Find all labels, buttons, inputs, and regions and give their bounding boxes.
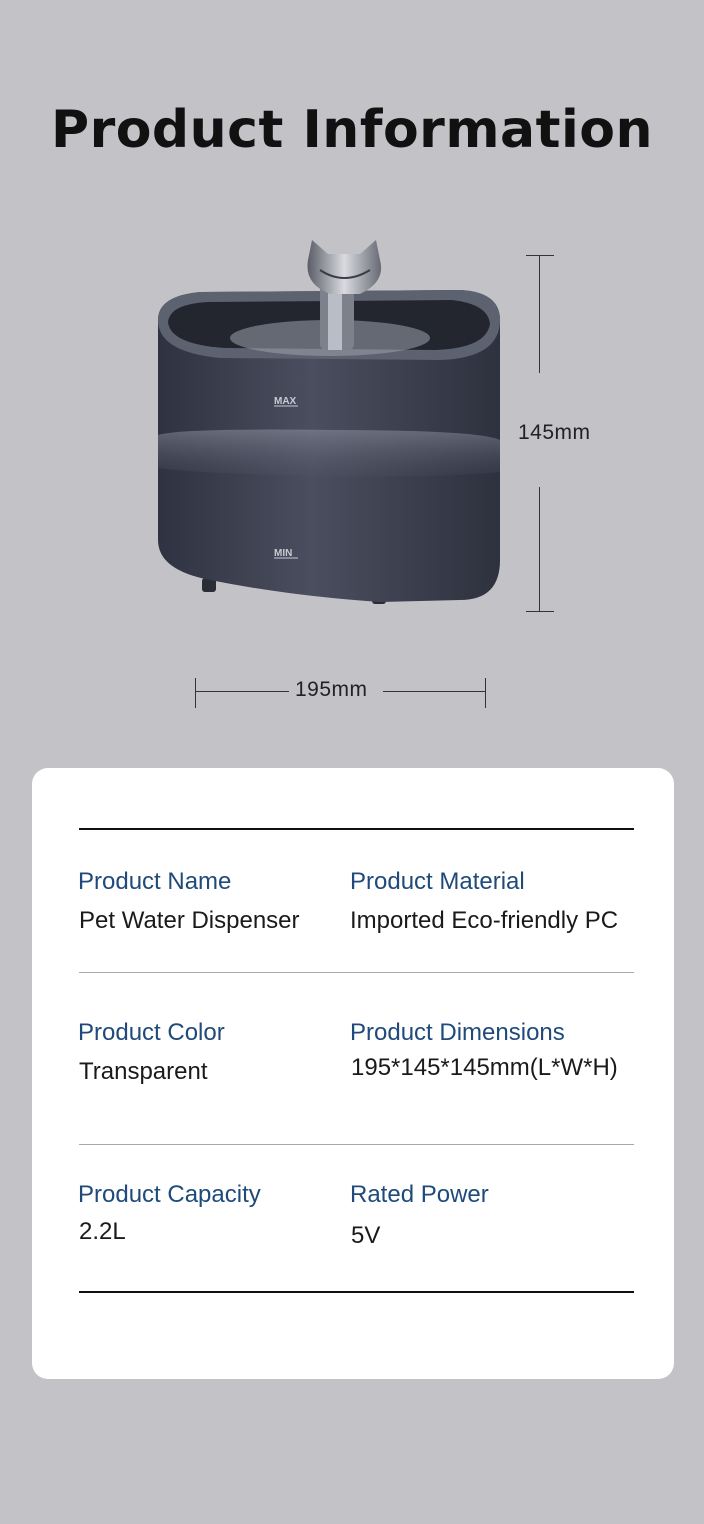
spec-card: Product Name Pet Water Dispenser Product…: [32, 768, 674, 1379]
spec-value-product-material: Imported Eco-friendly PC: [350, 907, 619, 934]
spec-value-product-name: Pet Water Dispenser: [79, 907, 300, 934]
max-label: MAX: [274, 396, 297, 407]
spec-label-product-material: Product Material: [350, 868, 525, 895]
spec-value-rated-power: 5V: [351, 1222, 381, 1249]
min-label: MIN: [274, 548, 292, 559]
product-area: MAX MIN 145mm 195mm: [0, 0, 704, 760]
divider: [79, 1144, 634, 1145]
spec-value-product-capacity: 2.2L: [79, 1218, 126, 1245]
spec-label-product-dimensions: Product Dimensions: [350, 1019, 565, 1046]
height-label: 145mm: [518, 421, 591, 444]
width-label: 195mm: [295, 678, 368, 701]
water-fountain-image: MAX MIN: [158, 240, 500, 604]
divider: [79, 972, 634, 973]
spec-label-product-capacity: Product Capacity: [78, 1181, 261, 1208]
spec-label-rated-power: Rated Power: [350, 1181, 489, 1208]
divider: [79, 828, 634, 830]
spec-label-product-name: Product Name: [78, 868, 232, 895]
spec-label-product-color: Product Color: [78, 1019, 225, 1046]
spec-value-product-color: Transparent: [79, 1058, 208, 1085]
divider: [79, 1291, 634, 1293]
spec-value-product-dimensions: 195*145*145mm(L*W*H): [351, 1054, 618, 1081]
width-dimension: 195mm: [195, 676, 487, 708]
height-dimension: 145mm: [500, 255, 590, 615]
